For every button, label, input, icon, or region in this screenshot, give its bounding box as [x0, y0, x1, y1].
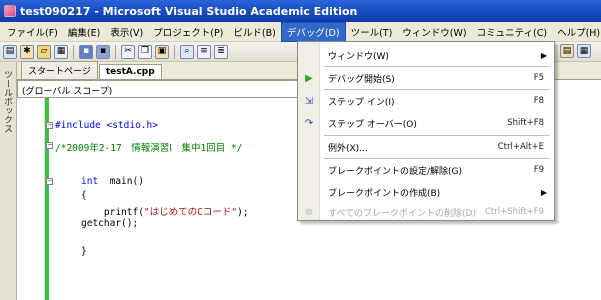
toolbar-separator: [174, 44, 175, 59]
toolbar-separator: [73, 44, 74, 59]
window-title: test090217 - Microsoft Visual Studio Aca…: [20, 4, 358, 18]
code-line: /*2009年2-17 情報演習Ⅰ 集中1回目 */: [55, 143, 243, 154]
blank-icon: [298, 182, 320, 202]
properties-icon[interactable]: ▦: [577, 44, 591, 58]
blank-icon: [298, 45, 320, 65]
delete-breakpoints-icon: ⊗: [304, 206, 314, 218]
uncomment-icon[interactable]: ≣: [214, 44, 228, 59]
new-project-icon[interactable]: ▤: [3, 44, 17, 59]
menu-item-exceptions[interactable]: 例外(X)... Ctrl+Alt+E: [298, 137, 554, 157]
menu-file[interactable]: ファイル(F): [2, 23, 63, 41]
submenu-arrow-icon: ▶: [540, 50, 548, 60]
menu-separator: [324, 135, 550, 136]
visual-studio-app-icon[interactable]: [4, 5, 16, 17]
scope-dropdown[interactable]: (グローバル スコープ): [17, 80, 300, 98]
outline-collapse-icon[interactable]: −: [46, 142, 53, 149]
menu-help[interactable]: ヘルプ(H): [552, 23, 601, 41]
menu-build[interactable]: ビルド(B): [228, 23, 280, 41]
menu-window[interactable]: ウィンドウ(W): [397, 23, 471, 41]
menu-project[interactable]: プロジェクト(P): [148, 23, 228, 41]
outline-collapse-icon[interactable]: −: [46, 122, 53, 129]
menu-item-new-breakpoint[interactable]: ブレークポイントの作成(B) ▶: [298, 182, 554, 202]
open-icon[interactable]: ▱: [37, 44, 51, 59]
editor-margin[interactable]: [17, 98, 45, 300]
blank-icon: [298, 137, 320, 157]
toolbox-tab[interactable]: ツールボックス: [0, 62, 17, 300]
code-line: getchar();: [81, 218, 139, 229]
menu-item-start-debugging[interactable]: ▶ デバッグ開始(S) F5: [298, 68, 554, 88]
menu-separator: [324, 66, 550, 67]
menu-debug[interactable]: デバッグ(D): [280, 21, 346, 42]
menu-item-step-into[interactable]: ⇲ ステップ イン(I) F8: [298, 91, 554, 111]
outline-collapse-icon[interactable]: −: [46, 178, 53, 185]
toolbox-label: ツールボックス: [2, 70, 12, 133]
blank-icon: [298, 160, 320, 180]
menu-item-step-over[interactable]: ↷ ステップ オーバー(O) Shift+F8: [298, 113, 554, 133]
save-all-icon[interactable]: ▪: [96, 44, 110, 59]
toolbar-separator: [115, 44, 116, 59]
solution-explorer-icon[interactable]: ▤: [560, 44, 574, 58]
comment-icon[interactable]: ≡: [197, 44, 211, 59]
paste-icon[interactable]: ▣: [155, 44, 169, 59]
submenu-arrow-icon: ▶: [540, 187, 548, 197]
code-line: int main(): [81, 176, 144, 187]
menu-tools[interactable]: ツール(T): [346, 23, 398, 41]
menu-view[interactable]: 表示(V): [105, 23, 148, 41]
code-line: }: [81, 246, 87, 257]
debug-menu-dropdown: ウィンドウ(W) ▶ ▶ デバッグ開始(S) F5 ⇲ ステップ イン(I) F…: [297, 41, 555, 221]
menu-edit[interactable]: 編集(E): [63, 23, 105, 41]
menu-separator: [324, 158, 550, 159]
step-over-icon: ↷: [304, 117, 314, 129]
toolbar-right-group: ▤ ▦: [560, 44, 591, 58]
tab-start-page[interactable]: スタートページ: [21, 61, 98, 79]
code-line: printf("はじめてのCコード");: [81, 207, 249, 218]
code-line: {: [81, 190, 87, 201]
add-item-icon[interactable]: ✱: [20, 44, 34, 59]
cut-icon[interactable]: ✂: [121, 44, 135, 59]
menu-item-delete-all-breakpoints[interactable]: ⊗ すべてのブレークポイントの削除(D) Ctrl+Shift+F9: [298, 202, 554, 222]
menu-item-toggle-breakpoint[interactable]: ブレークポイントの設定/解除(G) F9: [298, 160, 554, 180]
title-bar: test090217 - Microsoft Visual Studio Aca…: [0, 0, 601, 22]
save-icon[interactable]: ▪: [79, 44, 93, 59]
find-icon[interactable]: ⌕: [180, 44, 194, 59]
start-debug-icon: ▶: [305, 72, 313, 84]
tab-testa-cpp[interactable]: testA.cpp: [98, 64, 162, 79]
code-line: #include <stdio.h>: [55, 120, 158, 131]
menu-separator: [324, 89, 550, 90]
menu-bar: ファイル(F) 編集(E) 表示(V) プロジェクト(P) ビルド(B) デバッ…: [0, 21, 601, 42]
copy-icon[interactable]: ❐: [138, 44, 152, 59]
add-icon[interactable]: ▦: [54, 44, 68, 59]
menu-item-windows[interactable]: ウィンドウ(W) ▶: [298, 45, 554, 65]
step-into-icon: ⇲: [304, 95, 314, 107]
menu-community[interactable]: コミュニティ(C): [472, 23, 552, 41]
